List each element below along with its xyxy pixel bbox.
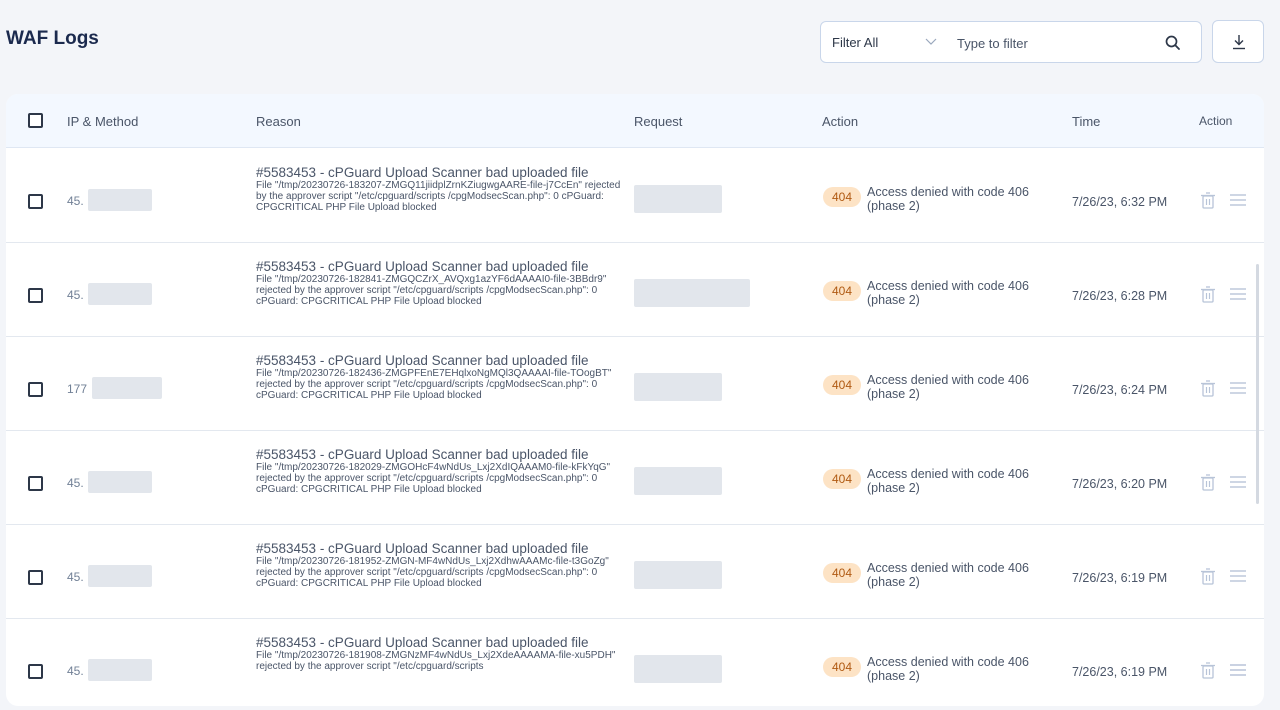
status-badge: 404 [823, 469, 861, 489]
menu-icon[interactable] [1229, 662, 1247, 678]
status-badge: 404 [823, 563, 861, 583]
table-row[interactable]: 45. #5583453 - cPGuard Upload Scanner bad… [6, 431, 1264, 525]
reason-detail: File "/tmp/20230726-182029-ZMGOHcF4wNdUs… [256, 462, 611, 495]
download-icon [1233, 35, 1245, 50]
page-title: WAF Logs [6, 28, 99, 49]
reason-title: #5583453 - cPGuard Upload Scanner bad up… [256, 165, 589, 180]
header-request: Request [634, 114, 683, 129]
trash-icon[interactable] [1200, 474, 1216, 491]
select-all-checkbox[interactable] [28, 113, 43, 128]
row-checkbox[interactable] [28, 288, 43, 303]
download-button[interactable] [1212, 20, 1264, 63]
ip-method: 45. [67, 570, 84, 584]
reason-title: #5583453 - cPGuard Upload Scanner bad up… [256, 259, 589, 274]
action-text: Access denied with code 406 (phase 2) [867, 655, 1029, 683]
menu-icon[interactable] [1229, 192, 1247, 208]
status-badge: 404 [823, 281, 861, 301]
scrollbar[interactable] [1256, 264, 1259, 504]
log-time: 7/26/23, 6:32 PM [1072, 195, 1168, 209]
reason-cell: #5583453 - cPGuard Upload Scanner bad up… [256, 165, 626, 214]
header-action: Action [822, 114, 859, 129]
status-badge: 404 [823, 187, 861, 207]
row-checkbox[interactable] [28, 570, 43, 585]
action-text: Access denied with code 406 (phase 2) [867, 467, 1029, 495]
trash-icon[interactable] [1200, 380, 1216, 397]
table-row[interactable]: 177 #5583453 - cPGuard Upload Scanner bad… [6, 337, 1264, 431]
table-body: 45. #5583453 - cPGuard Upload Scanner bad… [6, 149, 1264, 706]
redacted-ip [88, 659, 152, 681]
chevron-down-icon[interactable] [924, 34, 938, 48]
redacted-ip [88, 283, 152, 305]
reason-detail: File "/tmp/20230726-182841-ZMGQCZrX_AVQx… [256, 274, 607, 307]
redacted-ip [88, 189, 152, 211]
reason-title: #5583453 - cPGuard Upload Scanner bad up… [256, 353, 589, 368]
log-time: 7/26/23, 6:28 PM [1072, 289, 1168, 303]
menu-icon[interactable] [1229, 286, 1247, 302]
ip-method: 45. [67, 194, 84, 208]
row-checkbox[interactable] [28, 382, 43, 397]
reason-cell: #5583453 - cPGuard Upload Scanner bad up… [256, 635, 626, 673]
reason-cell: #5583453 - cPGuard Upload Scanner bad up… [256, 259, 626, 308]
redacted-request [634, 655, 722, 683]
filter-bar: Filter All [820, 21, 1202, 63]
redacted-request [634, 467, 722, 495]
table-header: IP & Method Reason Request Action Time A… [6, 94, 1264, 148]
ip-method: 45. [67, 288, 84, 302]
row-checkbox[interactable] [28, 194, 43, 209]
header-row-actions: Action [1199, 114, 1233, 128]
status-badge: 404 [823, 375, 861, 395]
trash-icon[interactable] [1200, 662, 1216, 679]
table-row[interactable]: 45. #5583453 - cPGuard Upload Scanner bad… [6, 243, 1264, 337]
menu-icon[interactable] [1229, 568, 1247, 584]
redacted-request [634, 561, 722, 589]
logs-table: IP & Method Reason Request Action Time A… [6, 94, 1264, 706]
table-row[interactable]: 45. #5583453 - cPGuard Upload Scanner bad… [6, 619, 1264, 706]
menu-icon[interactable] [1229, 474, 1247, 490]
reason-cell: #5583453 - cPGuard Upload Scanner bad up… [256, 353, 626, 402]
redacted-ip [88, 565, 152, 587]
header-reason: Reason [256, 114, 301, 129]
redacted-ip [88, 471, 152, 493]
ip-method: 45. [67, 664, 84, 678]
reason-detail: File "/tmp/20230726-181952-ZMGN-MF4wNdUs… [256, 556, 609, 589]
trash-icon[interactable] [1200, 286, 1216, 303]
filter-select[interactable]: Filter All [832, 35, 878, 50]
action-text: Access denied with code 406 (phase 2) [867, 561, 1029, 589]
row-checkbox[interactable] [28, 476, 43, 491]
action-text: Access denied with code 406 (phase 2) [867, 373, 1029, 401]
redacted-request [634, 373, 722, 401]
reason-detail: File "/tmp/20230726-183207-ZMGQ11jiidplZ… [256, 180, 621, 213]
log-time: 7/26/23, 6:24 PM [1072, 383, 1168, 397]
log-time: 7/26/23, 6:19 PM [1072, 665, 1168, 679]
filter-input[interactable] [957, 32, 1157, 54]
reason-title: #5583453 - cPGuard Upload Scanner bad up… [256, 447, 589, 462]
log-time: 7/26/23, 6:20 PM [1072, 477, 1168, 491]
reason-title: #5583453 - cPGuard Upload Scanner bad up… [256, 541, 589, 556]
menu-icon[interactable] [1229, 380, 1247, 396]
trash-icon[interactable] [1200, 192, 1216, 209]
ip-method: 45. [67, 476, 84, 490]
table-row[interactable]: 45. #5583453 - cPGuard Upload Scanner bad… [6, 149, 1264, 243]
reason-detail: File "/tmp/20230726-181908-ZMGNzMF4wNdUs… [256, 650, 616, 672]
header-time: Time [1072, 114, 1101, 129]
trash-icon[interactable] [1200, 568, 1216, 585]
reason-detail: File "/tmp/20230726-182436-ZMGPFEnE7EHql… [256, 368, 612, 401]
log-time: 7/26/23, 6:19 PM [1072, 571, 1168, 585]
table-row[interactable]: 45. #5583453 - cPGuard Upload Scanner bad… [6, 525, 1264, 619]
reason-cell: #5583453 - cPGuard Upload Scanner bad up… [256, 447, 626, 496]
row-checkbox[interactable] [28, 664, 43, 679]
redacted-request [634, 185, 722, 213]
redacted-request [634, 279, 750, 307]
status-badge: 404 [823, 657, 861, 677]
action-text: Access denied with code 406 (phase 2) [867, 185, 1029, 213]
redacted-ip [92, 377, 162, 399]
reason-cell: #5583453 - cPGuard Upload Scanner bad up… [256, 541, 626, 590]
search-icon[interactable] [1163, 33, 1183, 53]
action-text: Access denied with code 406 (phase 2) [867, 279, 1029, 307]
header-ip: IP & Method [67, 114, 139, 129]
reason-title: #5583453 - cPGuard Upload Scanner bad up… [256, 635, 589, 650]
ip-method: 177 [67, 382, 88, 396]
